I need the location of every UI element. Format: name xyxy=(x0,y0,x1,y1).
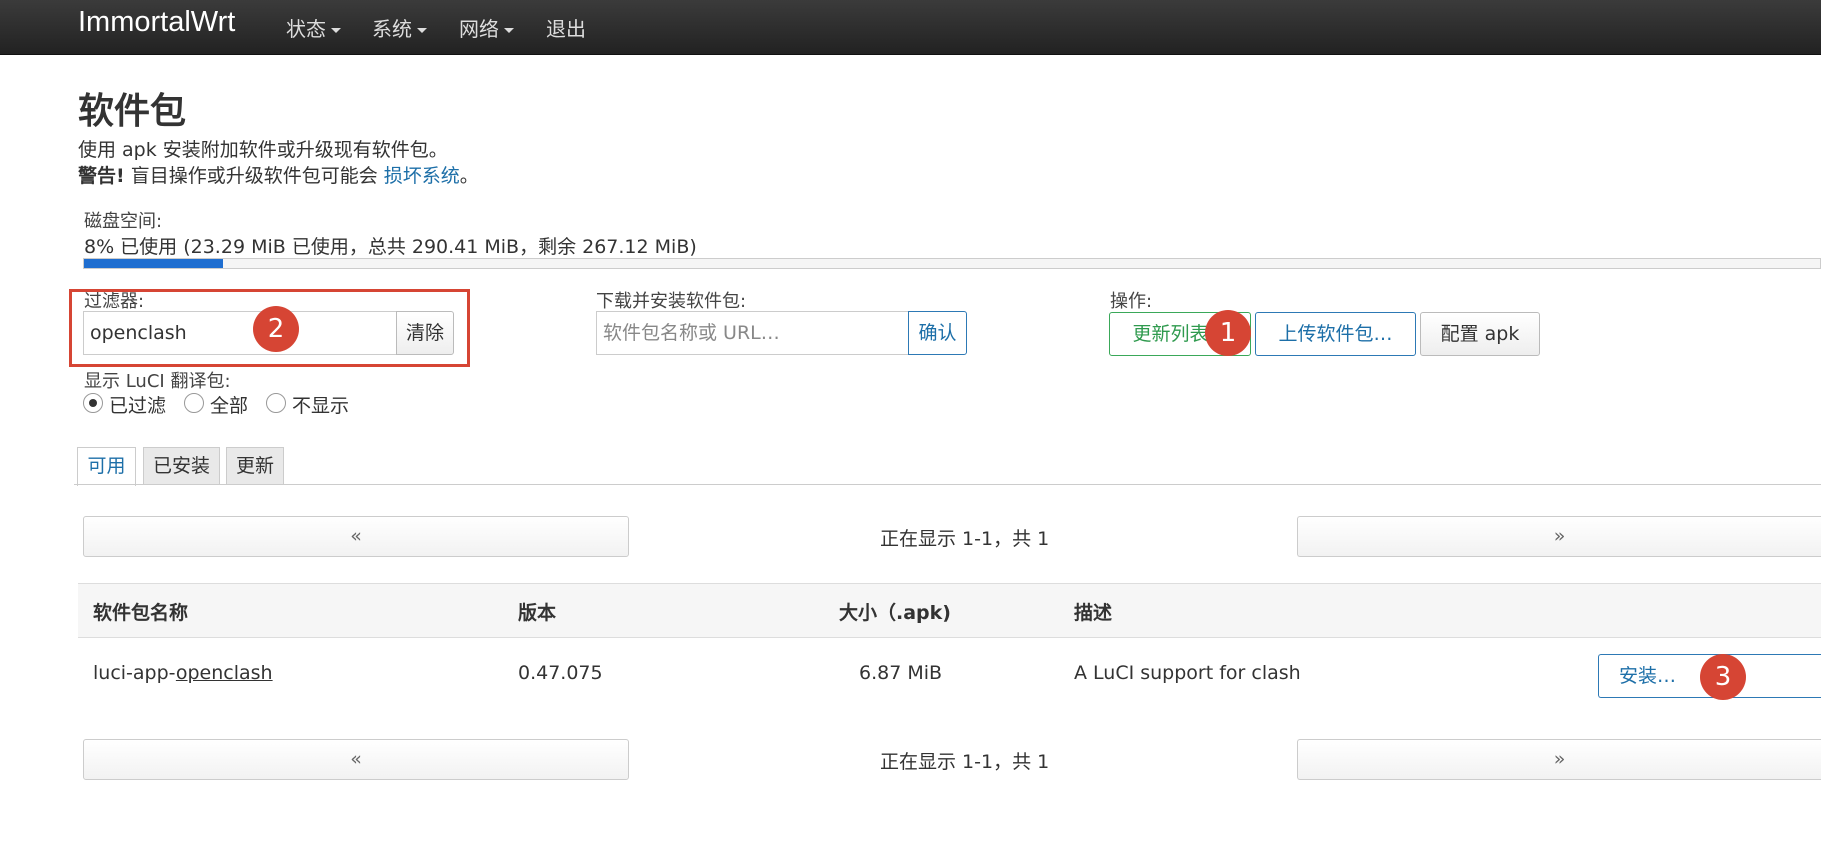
upload-package-button[interactable]: 上传软件包… xyxy=(1255,312,1416,356)
column-header-description: 描述 xyxy=(1074,602,1113,624)
radio-hide[interactable] xyxy=(266,393,286,413)
package-url-input[interactable]: 软件包名称或 URL… xyxy=(596,311,910,355)
prev-page-button-bottom[interactable]: « xyxy=(83,739,629,780)
radio-hide-label[interactable]: 不显示 xyxy=(292,391,349,418)
page-description: 使用 apk 安装附加软件或升级现有软件包。 xyxy=(78,139,448,161)
prev-page-button[interactable]: « xyxy=(83,516,629,557)
menu-network-label: 网络 xyxy=(459,17,499,41)
actions-label: 操作: xyxy=(1110,291,1153,312)
tab-updates[interactable]: 更新 xyxy=(226,447,284,485)
chevron-down-icon xyxy=(417,28,427,33)
tab-installed[interactable]: 已安装 xyxy=(143,447,220,485)
package-size: 6.87 MiB xyxy=(859,662,943,684)
break-system-link[interactable]: 损坏系统 xyxy=(384,165,460,187)
tab-available[interactable]: 可用 xyxy=(77,447,136,486)
package-name-link[interactable]: openclash xyxy=(176,662,273,684)
step-3-badge: 3 xyxy=(1700,654,1746,700)
warning-label: 警告! xyxy=(78,165,125,187)
step-1-badge: 1 xyxy=(1205,310,1251,356)
package-description: A LuCI support for clash xyxy=(1074,662,1301,684)
translation-filter-label: 显示 LuCI 翻译包: xyxy=(84,371,231,392)
menu-system-label: 系统 xyxy=(372,17,412,41)
package-version: 0.47.075 xyxy=(518,662,603,684)
confirm-button[interactable]: 确认 xyxy=(908,311,967,355)
chevron-down-icon xyxy=(331,28,341,33)
page-title: 软件包 xyxy=(78,91,187,132)
warning-end: 。 xyxy=(459,165,479,187)
radio-all-label[interactable]: 全部 xyxy=(210,391,248,418)
menu-system[interactable]: 系统 xyxy=(372,13,427,42)
pager-info: 正在显示 1-1，共 1 xyxy=(880,528,1050,550)
menu-logout[interactable]: 退出 xyxy=(546,13,586,42)
configure-apk-button[interactable]: 配置 apk xyxy=(1420,312,1540,356)
top-navbar: ImmortalWrt 状态 系统 网络 退出 xyxy=(0,0,1821,55)
radio-all[interactable] xyxy=(184,393,204,413)
package-name-prefix: luci-app- xyxy=(93,662,176,684)
menu-status-label: 状态 xyxy=(286,17,326,41)
column-header-name: 软件包名称 xyxy=(93,602,189,624)
disk-space-label: 磁盘空间: xyxy=(84,211,163,232)
menu-status[interactable]: 状态 xyxy=(286,13,341,42)
next-page-button[interactable]: » xyxy=(1297,516,1821,557)
next-page-button-bottom[interactable]: » xyxy=(1297,739,1821,780)
menu-network[interactable]: 网络 xyxy=(459,13,514,42)
disk-usage-fill xyxy=(84,259,223,268)
brand-logo[interactable]: ImmortalWrt xyxy=(78,6,235,39)
radio-filtered-label[interactable]: 已过滤 xyxy=(109,391,166,418)
download-install-label: 下载并安装软件包: xyxy=(596,291,747,312)
tab-divider xyxy=(74,484,1821,485)
column-header-size: 大小（.apk) xyxy=(839,602,951,624)
radio-filtered[interactable] xyxy=(83,393,103,413)
chevron-down-icon xyxy=(504,28,514,33)
warning-text: 盲目操作或升级软件包可能会 xyxy=(124,165,384,187)
disk-usage-bar xyxy=(83,258,1821,269)
package-name: luci-app-openclash xyxy=(93,662,273,684)
disk-space-summary: 8% 已使用 (23.29 MiB 已使用，总共 290.41 MiB，剩余 2… xyxy=(84,236,697,258)
pager-info-bottom: 正在显示 1-1，共 1 xyxy=(880,751,1050,773)
warning-notice: 警告! 盲目操作或升级软件包可能会 损坏系统。 xyxy=(78,161,479,188)
step-2-badge: 2 xyxy=(253,306,299,352)
column-header-version: 版本 xyxy=(518,602,557,624)
